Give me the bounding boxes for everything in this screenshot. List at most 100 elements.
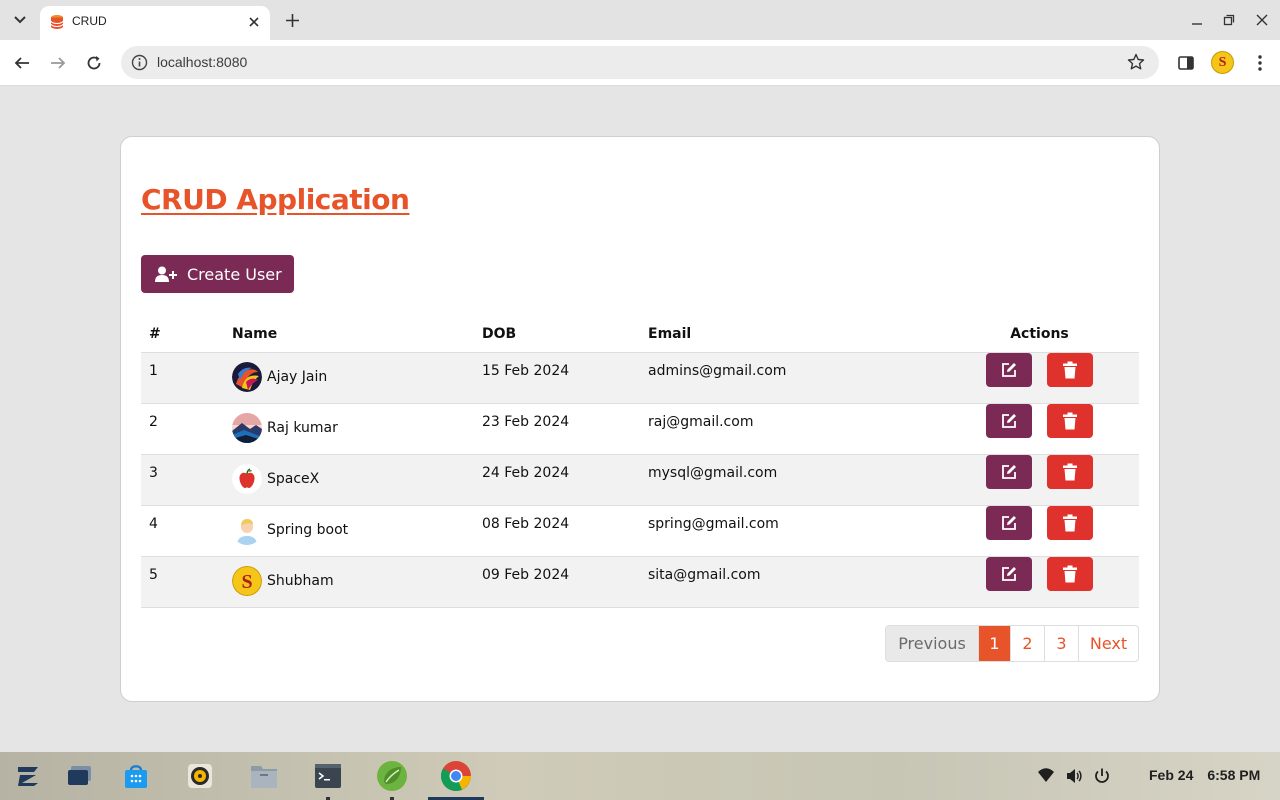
edit-button[interactable] [986,454,1032,489]
delete-button[interactable] [1047,454,1093,489]
table-row: 5 S Shubham 09 Feb 2024 sita@gmail.com [141,556,1139,608]
edit-icon [1002,413,1016,428]
row-name-cell: Ajay Jain [224,352,474,404]
os-taskbar: Feb 24 6:58 PM [0,752,1280,800]
side-panel-icon[interactable] [1176,53,1196,73]
url-text: localhost:8080 [157,54,248,70]
create-user-label: Create User [187,264,282,284]
pagination-page-3[interactable]: 3 [1045,626,1079,661]
table-header-row: # Name DOB Email Actions [141,317,1139,353]
row-actions [940,403,1139,455]
close-tab-icon[interactable] [246,14,262,30]
delete-button[interactable] [1047,505,1093,540]
row-name-cell: Spring boot [224,505,474,557]
bookmark-star-icon[interactable] [1127,53,1145,71]
pagination-page-2[interactable]: 2 [1011,626,1045,661]
pagination: Previous 1 2 3 Next [885,625,1139,662]
row-email: spring@gmail.com [640,505,940,557]
rhythmbox-icon[interactable] [184,760,216,792]
table-row: 2 Raj kumar 23 Feb 2024 raj@gmail.com [141,403,1139,455]
minimize-icon[interactable] [1187,10,1207,30]
volume-icon[interactable] [1065,767,1083,785]
system-clock[interactable]: Feb 24 6:58 PM [1149,767,1260,783]
create-user-button[interactable]: Create User [141,255,294,293]
browser-menu-icon[interactable] [1250,52,1270,74]
row-name: Raj kumar [267,419,338,436]
pagination-previous[interactable]: Previous [886,626,979,661]
header-number: # [141,317,224,353]
tab-search-chevron-icon[interactable] [8,8,32,32]
edit-button[interactable] [986,556,1032,591]
row-name: Ajay Jain [267,368,328,385]
back-arrow-icon[interactable] [10,51,34,75]
edit-icon [1002,566,1016,581]
clock-time: 6:58 PM [1207,767,1261,783]
power-icon[interactable] [1093,767,1111,785]
svg-text:S: S [241,571,252,593]
browser-tab[interactable]: CRUD [40,6,270,40]
row-dob: 08 Feb 2024 [474,505,640,557]
row-name-cell: S Shubham [224,556,474,608]
pagination-next[interactable]: Next [1079,626,1138,661]
files-icon[interactable] [248,760,280,792]
edit-button[interactable] [986,352,1032,387]
row-actions [940,556,1139,608]
browser-toolbar: localhost:8080 S [0,40,1280,86]
apple-avatar [232,463,262,494]
address-bar[interactable]: localhost:8080 [121,46,1159,79]
colorful-abstract-avatar [232,361,262,392]
main-card: CRUD Application Create User # Name DOB … [120,136,1160,702]
edit-button[interactable] [986,505,1032,540]
trash-icon [1063,463,1077,480]
database-favicon-icon [49,14,65,30]
row-dob: 15 Feb 2024 [474,352,640,404]
chrome-icon[interactable] [440,760,472,792]
trash-icon [1063,412,1077,429]
forward-arrow-icon[interactable] [46,51,70,75]
profile-avatar[interactable]: S [1211,51,1234,74]
row-email: raj@gmail.com [640,403,940,455]
row-email: admins@gmail.com [640,352,940,404]
landscape-avatar [232,412,262,443]
header-name: Name [224,317,474,353]
wifi-icon[interactable] [1037,767,1055,785]
row-number: 1 [141,352,224,404]
delete-button[interactable] [1047,556,1093,591]
edit-icon [1002,362,1016,377]
delete-button[interactable] [1047,352,1093,387]
pagination-page-1[interactable]: 1 [979,626,1011,661]
trash-icon [1063,565,1077,582]
new-tab-icon[interactable] [282,10,302,30]
spring-tool-suite-icon[interactable] [376,760,408,800]
window-switcher-icon[interactable] [64,760,96,792]
row-name: SpaceX [267,470,320,487]
row-dob: 23 Feb 2024 [474,403,640,455]
header-email: Email [640,317,940,353]
row-number: 3 [141,454,224,506]
edit-icon [1002,464,1016,479]
table-row: 3 SpaceX 24 Feb 2024 mysql@gmail.com [141,454,1139,506]
zorin-menu-icon[interactable] [12,760,44,792]
row-number: 4 [141,505,224,557]
terminal-icon[interactable] [312,760,344,800]
page-title: CRUD Application [141,183,410,216]
row-number: 5 [141,556,224,608]
row-actions [940,505,1139,557]
page-viewport: CRUD Application Create User # Name DOB … [0,86,1280,752]
delete-button[interactable] [1047,403,1093,438]
software-store-icon[interactable] [120,760,152,792]
header-dob: DOB [474,317,640,353]
table-row: 1 Ajay Jain 15 Feb 2024 admins@gmail.com [141,352,1139,404]
edit-button[interactable] [986,403,1032,438]
site-info-icon[interactable] [131,54,148,71]
user-plus-icon [155,266,177,282]
clock-date: Feb 24 [1149,767,1194,783]
trash-icon [1063,514,1077,531]
reload-icon[interactable] [82,51,106,75]
header-actions: Actions [940,317,1139,353]
row-name-cell: Raj kumar [224,403,474,455]
close-window-icon[interactable] [1252,10,1272,30]
letter-s-avatar: S [232,565,262,596]
person-avatar [232,514,262,545]
restore-icon[interactable] [1219,10,1239,30]
